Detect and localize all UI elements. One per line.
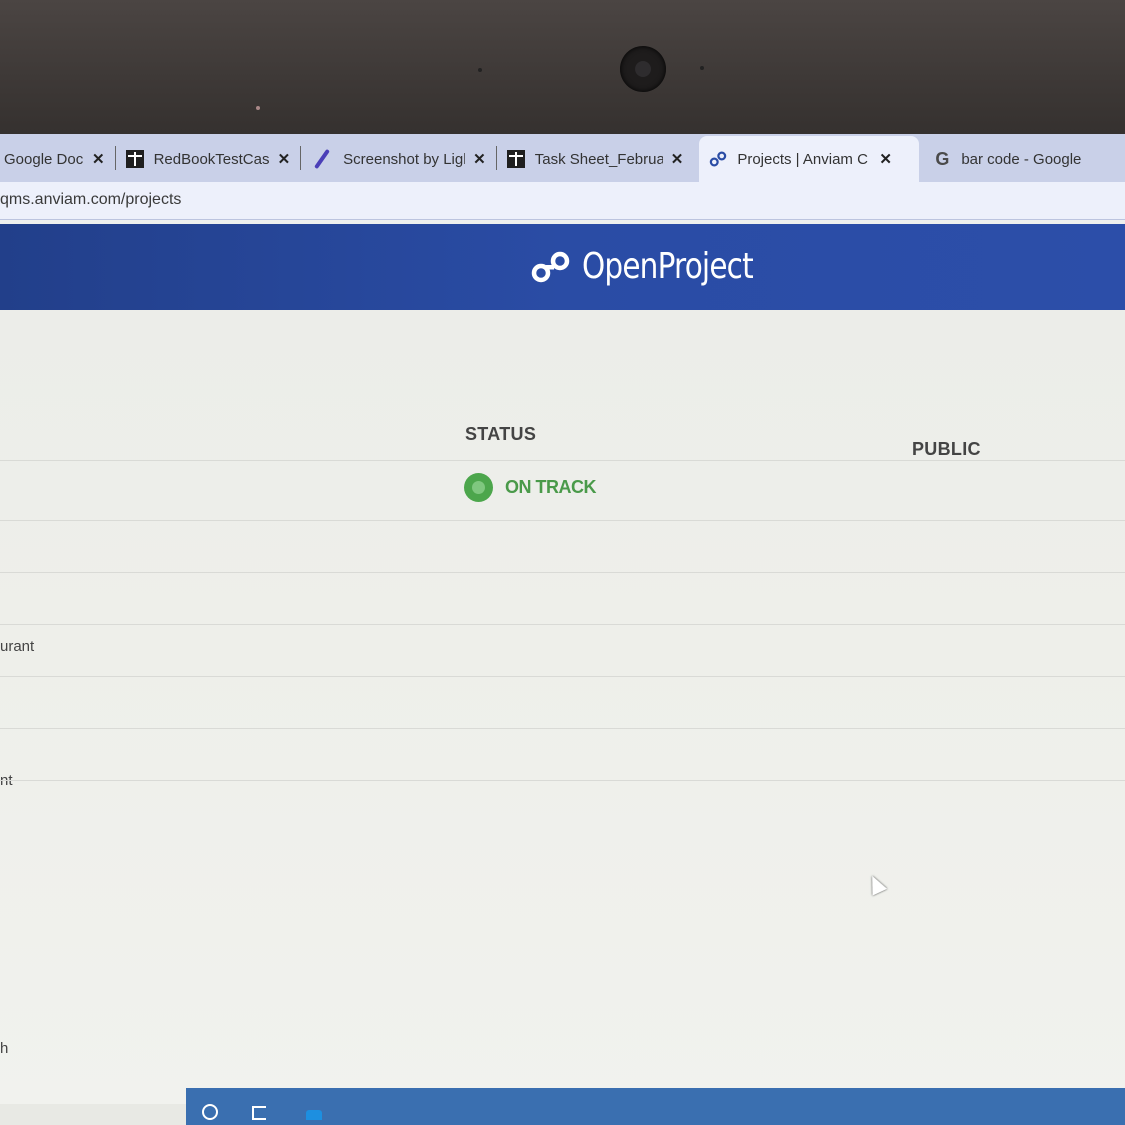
close-icon[interactable]: ✕ [671, 150, 684, 168]
close-icon[interactable]: ✕ [278, 150, 291, 168]
windows-taskbar [186, 1088, 1125, 1125]
bezel-dot [478, 68, 482, 72]
status-label: ON TRACK [505, 477, 597, 497]
tab-screenshot-lightshot[interactable]: Screenshot by Ligh ✕ [301, 136, 496, 182]
row-divider [0, 780, 1125, 781]
laptop-bezel [0, 0, 1125, 140]
mouse-cursor [864, 872, 888, 896]
text-fragment: h [0, 1040, 9, 1057]
row-divider [0, 460, 1125, 461]
row-divider [0, 572, 1125, 573]
close-icon[interactable]: ✕ [92, 150, 105, 168]
bezel-dot [256, 106, 260, 110]
row-divider [0, 728, 1125, 729]
close-icon[interactable]: ✕ [879, 150, 892, 168]
row-divider [0, 676, 1125, 677]
status-column-header[interactable]: STATUS [465, 424, 536, 445]
edge-browser-icon[interactable] [306, 1110, 322, 1120]
tab-title: Screenshot by Ligh [343, 150, 466, 168]
tab-google-doc[interactable]: Google Doc ✕ [0, 136, 115, 182]
tab-redbook-testcases[interactable]: RedBookTestCases ✕ [116, 136, 301, 182]
tab-projects-anviam[interactable]: Projects | Anviam C ✕ [699, 136, 920, 182]
browser-tab-strip: Google Doc ✕ RedBookTestCases ✕ Screensh… [0, 134, 1125, 182]
row-divider [0, 520, 1125, 521]
openproject-logo[interactable]: OpenProject [530, 246, 790, 287]
project-status: ON TRACK [464, 473, 597, 502]
tab-task-sheet[interactable]: Task Sheet_Februa ✕ [497, 136, 694, 182]
webcam [620, 46, 666, 92]
openproject-icon [710, 151, 727, 167]
projects-table: STATUS PUBLIC ON TRACK urant nt h [0, 310, 1125, 1125]
lightshot-pen-icon [314, 148, 331, 170]
tab-title: Task Sheet_Februa [534, 150, 663, 168]
sheets-icon [125, 150, 144, 168]
tab-title: Google Doc [4, 150, 84, 168]
tab-title: RedBookTestCases [153, 150, 270, 168]
url-text[interactable]: qms.anviam.com/projects [0, 191, 181, 209]
tab-title: Projects | Anviam C [737, 150, 868, 168]
openproject-header: OpenProject [0, 224, 1125, 310]
tab-title: bar code - Google [961, 150, 1082, 168]
cortana-search-icon[interactable] [202, 1104, 218, 1120]
screen: Google Doc ✕ RedBookTestCases ✕ Screensh… [0, 134, 1125, 1125]
screen-corner [0, 1104, 186, 1125]
google-g-icon: G [935, 148, 950, 169]
project-name-fragment[interactable]: urant [0, 638, 34, 655]
public-column-header[interactable]: PUBLIC [912, 439, 981, 460]
status-indicator-icon [464, 473, 493, 502]
close-icon[interactable]: ✕ [473, 150, 486, 168]
tab-bar-code-google[interactable]: G bar code - Google [919, 136, 1111, 182]
logo-text: OpenProject [582, 246, 754, 287]
task-view-icon[interactable] [252, 1106, 266, 1120]
row-divider [0, 624, 1125, 625]
address-bar[interactable]: qms.anviam.com/projects [0, 182, 1125, 220]
sheets-icon [506, 150, 525, 168]
bezel-dot [700, 66, 704, 70]
openproject-logo-icon [531, 251, 570, 282]
